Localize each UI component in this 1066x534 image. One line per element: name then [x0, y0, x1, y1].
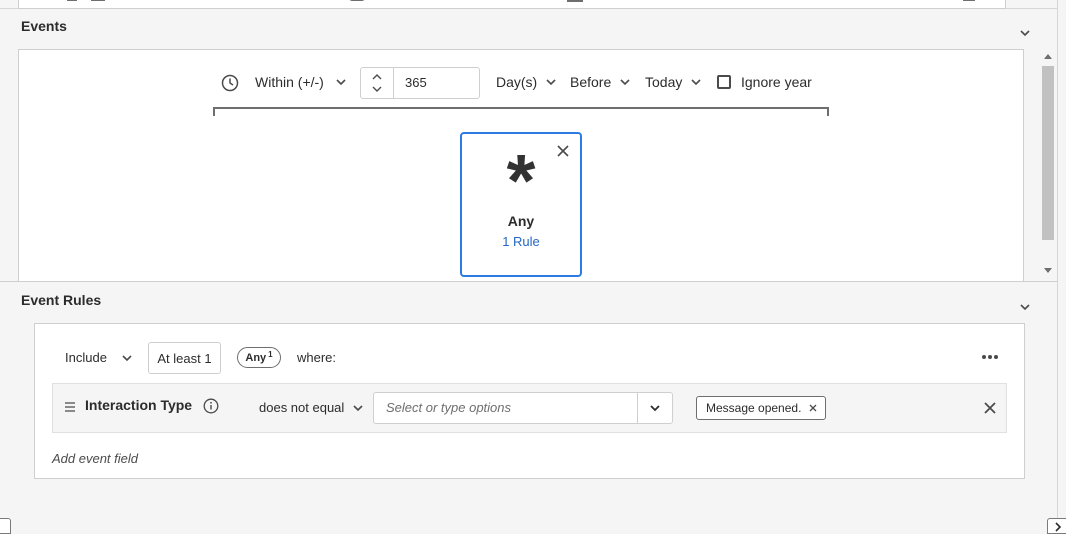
event-rules-section-title: Event Rules	[21, 292, 102, 308]
drag-handle-icon	[67, 0, 77, 1]
unit-label: Day(s)	[496, 74, 538, 90]
sequence-bracket	[213, 107, 829, 116]
info-icon	[349, 0, 365, 1]
checkbox-box[interactable]	[717, 75, 731, 89]
previous-panel-inner	[18, 0, 1006, 9]
event-card-rule-link[interactable]: 1 Rule	[462, 234, 580, 249]
field-name: Interaction Type	[85, 397, 192, 413]
drag-handle-icon[interactable]	[64, 402, 76, 412]
menu-icon	[567, 0, 583, 2]
close-icon[interactable]	[556, 144, 570, 158]
any-badge-label: Any	[245, 351, 267, 364]
expand-panel-button[interactable]	[1047, 518, 1066, 534]
previous-panel-strip	[0, 0, 1058, 9]
add-event-field-link[interactable]: Add event field	[52, 451, 138, 466]
within-label: Within (+/-)	[255, 74, 324, 90]
section-divider	[0, 281, 1058, 282]
scroll-down-icon[interactable]	[1044, 268, 1052, 273]
anchor-label: Today	[645, 74, 683, 90]
any-badge-count: 1	[268, 350, 273, 359]
direction-label: Before	[570, 74, 612, 90]
selected-value-label: Message opened.	[706, 401, 802, 415]
direction-dropdown[interactable]: Before	[570, 74, 631, 90]
include-label: Include	[65, 350, 107, 365]
within-dropdown[interactable]: Within (+/-)	[255, 74, 347, 90]
clock-icon	[221, 74, 239, 92]
value-combobox[interactable]: Select or type options	[373, 392, 673, 424]
operator-label: does not equal	[259, 400, 345, 415]
event-card[interactable]: * Any 1 Rule	[460, 132, 582, 277]
remove-tag-icon[interactable]	[808, 403, 818, 413]
close-icon	[963, 0, 975, 1]
where-text: where:	[297, 350, 337, 365]
ignore-year-label: Ignore year	[741, 74, 812, 90]
count-stepper[interactable]: 365	[360, 67, 480, 99]
chevron-down-icon[interactable]	[1017, 299, 1033, 315]
chevron-down-icon	[691, 79, 701, 86]
count-value[interactable]: 365	[405, 75, 427, 90]
scrollbar[interactable]	[1040, 52, 1056, 278]
any-badge[interactable]: Any 1	[237, 347, 281, 368]
chevron-right-icon	[1055, 522, 1062, 532]
selected-value-tag: Message opened.	[696, 396, 827, 420]
events-section-title: Events	[21, 18, 67, 34]
chevron-down-icon	[353, 404, 363, 411]
combobox-dropdown-button[interactable]	[637, 393, 672, 423]
chevron-down-icon	[546, 79, 556, 86]
value-placeholder[interactable]: Select or type options	[386, 400, 511, 415]
window-edge	[1057, 0, 1058, 534]
info-icon[interactable]	[203, 398, 219, 414]
chevron-down-icon	[122, 354, 132, 361]
chevron-down-icon	[620, 79, 630, 86]
chevron-down-icon[interactable]	[371, 84, 383, 94]
stepper-buttons[interactable]	[361, 68, 394, 98]
ignore-year-checkbox[interactable]: Ignore year	[717, 74, 812, 90]
more-icon[interactable]	[980, 350, 1000, 364]
at-least-label: At least 1	[157, 350, 212, 366]
chevron-down-icon[interactable]	[1017, 25, 1033, 41]
chevron-down-icon	[650, 405, 660, 412]
scroll-up-icon[interactable]	[1044, 54, 1052, 59]
people-icon	[91, 0, 105, 1]
field-name-text: Interaction Type	[85, 397, 193, 413]
panel-corner-left	[0, 518, 11, 534]
include-dropdown[interactable]: Include	[65, 350, 133, 365]
scroll-thumb[interactable]	[1042, 66, 1054, 240]
at-least-button[interactable]: At least 1	[148, 342, 221, 374]
chevron-up-icon[interactable]	[371, 72, 383, 82]
unit-dropdown[interactable]: Day(s)	[496, 74, 557, 90]
chevron-down-icon	[336, 79, 346, 86]
close-icon[interactable]	[983, 401, 997, 415]
event-card-title: Any	[507, 213, 535, 229]
where-label: where:	[297, 350, 336, 365]
anchor-dropdown[interactable]: Today	[645, 74, 702, 90]
operator-dropdown[interactable]: does not equal	[259, 400, 364, 415]
